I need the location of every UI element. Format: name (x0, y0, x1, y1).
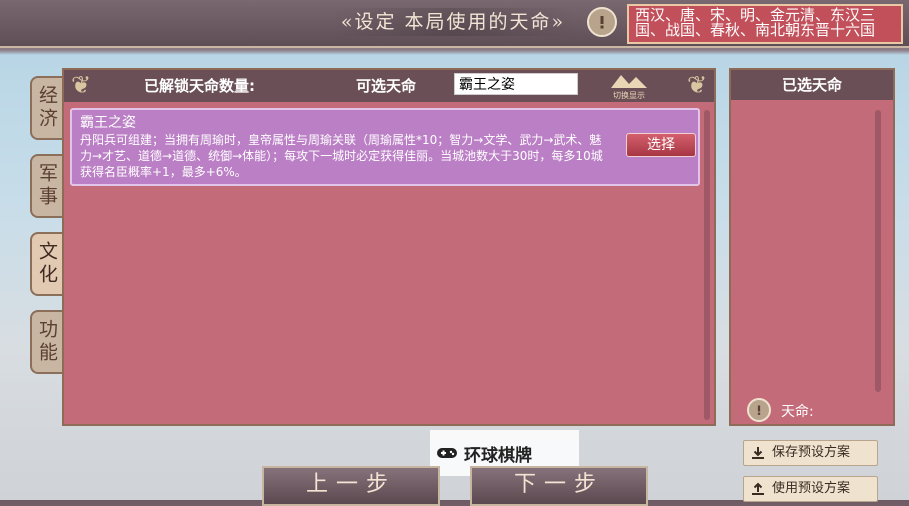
save-preset-button[interactable]: 保存预设方案 (743, 440, 878, 466)
selected-fate-title: 已选天命 (731, 70, 893, 100)
toggle-display-button[interactable]: 切换显示 (604, 72, 654, 100)
top-bar: «设定 本局使用的天命» 西汉、唐、宋、明、金元清、东汉三国、战国、春秋、南北朝… (0, 0, 909, 48)
gamepad-icon (437, 448, 457, 458)
warning-icon[interactable] (587, 7, 617, 37)
mountain-icon (611, 75, 647, 88)
scrollbar[interactable] (875, 110, 881, 392)
dynasty-list: 西汉、唐、宋、明、金元清、东汉三国、战国、春秋、南北朝东晋十六国 (627, 4, 903, 44)
unlocked-count-label: 已解锁天命数量: (144, 77, 255, 95)
fate-list-panel: ❦ 已解锁天命数量: 可选天命 切换显示 ❦ 霸王之姿 丹阳兵可组建；当拥有周瑜… (62, 68, 716, 426)
selected-fate-panel: 已选天命 天命: (729, 68, 895, 426)
fate-card-title: 霸王之姿 (80, 115, 136, 131)
download-icon (752, 447, 764, 459)
search-input[interactable] (454, 73, 578, 95)
watermark-text: 环球棋牌 (464, 445, 532, 466)
tab-function[interactable]: 功能 (30, 310, 63, 374)
scrollbar[interactable] (704, 110, 710, 420)
panel-header: ❦ 已解锁天命数量: 可选天命 切换显示 ❦ (64, 70, 714, 102)
toggle-display-label: 切换显示 (613, 91, 645, 100)
use-preset-label: 使用预设方案 (772, 481, 851, 496)
available-label: 可选天命 (356, 77, 417, 95)
warning-icon[interactable] (747, 398, 771, 422)
use-preset-button[interactable]: 使用预设方案 (743, 476, 878, 502)
fate-label: 天命: (781, 404, 814, 420)
tab-economy[interactable]: 经济 (30, 76, 63, 140)
page-title: «设定 本局使用的天命» (330, 8, 576, 36)
prev-step-button[interactable]: 上一步 (262, 466, 440, 506)
fate-card-description: 丹阳兵可组建；当拥有周瑜时，皇帝属性与周瑜关联（周瑜属性*10；智力→文学、武力… (80, 133, 603, 179)
save-preset-label: 保存预设方案 (772, 445, 851, 460)
tab-culture[interactable]: 文化 (30, 232, 63, 296)
corner-ornament-icon: ❦ (686, 71, 708, 99)
select-button[interactable]: 选择 (626, 133, 696, 157)
corner-ornament-icon: ❦ (70, 71, 92, 99)
upload-icon (752, 482, 764, 495)
next-step-button[interactable]: 下一步 (470, 466, 648, 506)
tab-military[interactable]: 军事 (30, 154, 63, 218)
fate-card[interactable]: 霸王之姿 丹阳兵可组建；当拥有周瑜时，皇帝属性与周瑜关联（周瑜属性*10；智力→… (70, 108, 700, 186)
